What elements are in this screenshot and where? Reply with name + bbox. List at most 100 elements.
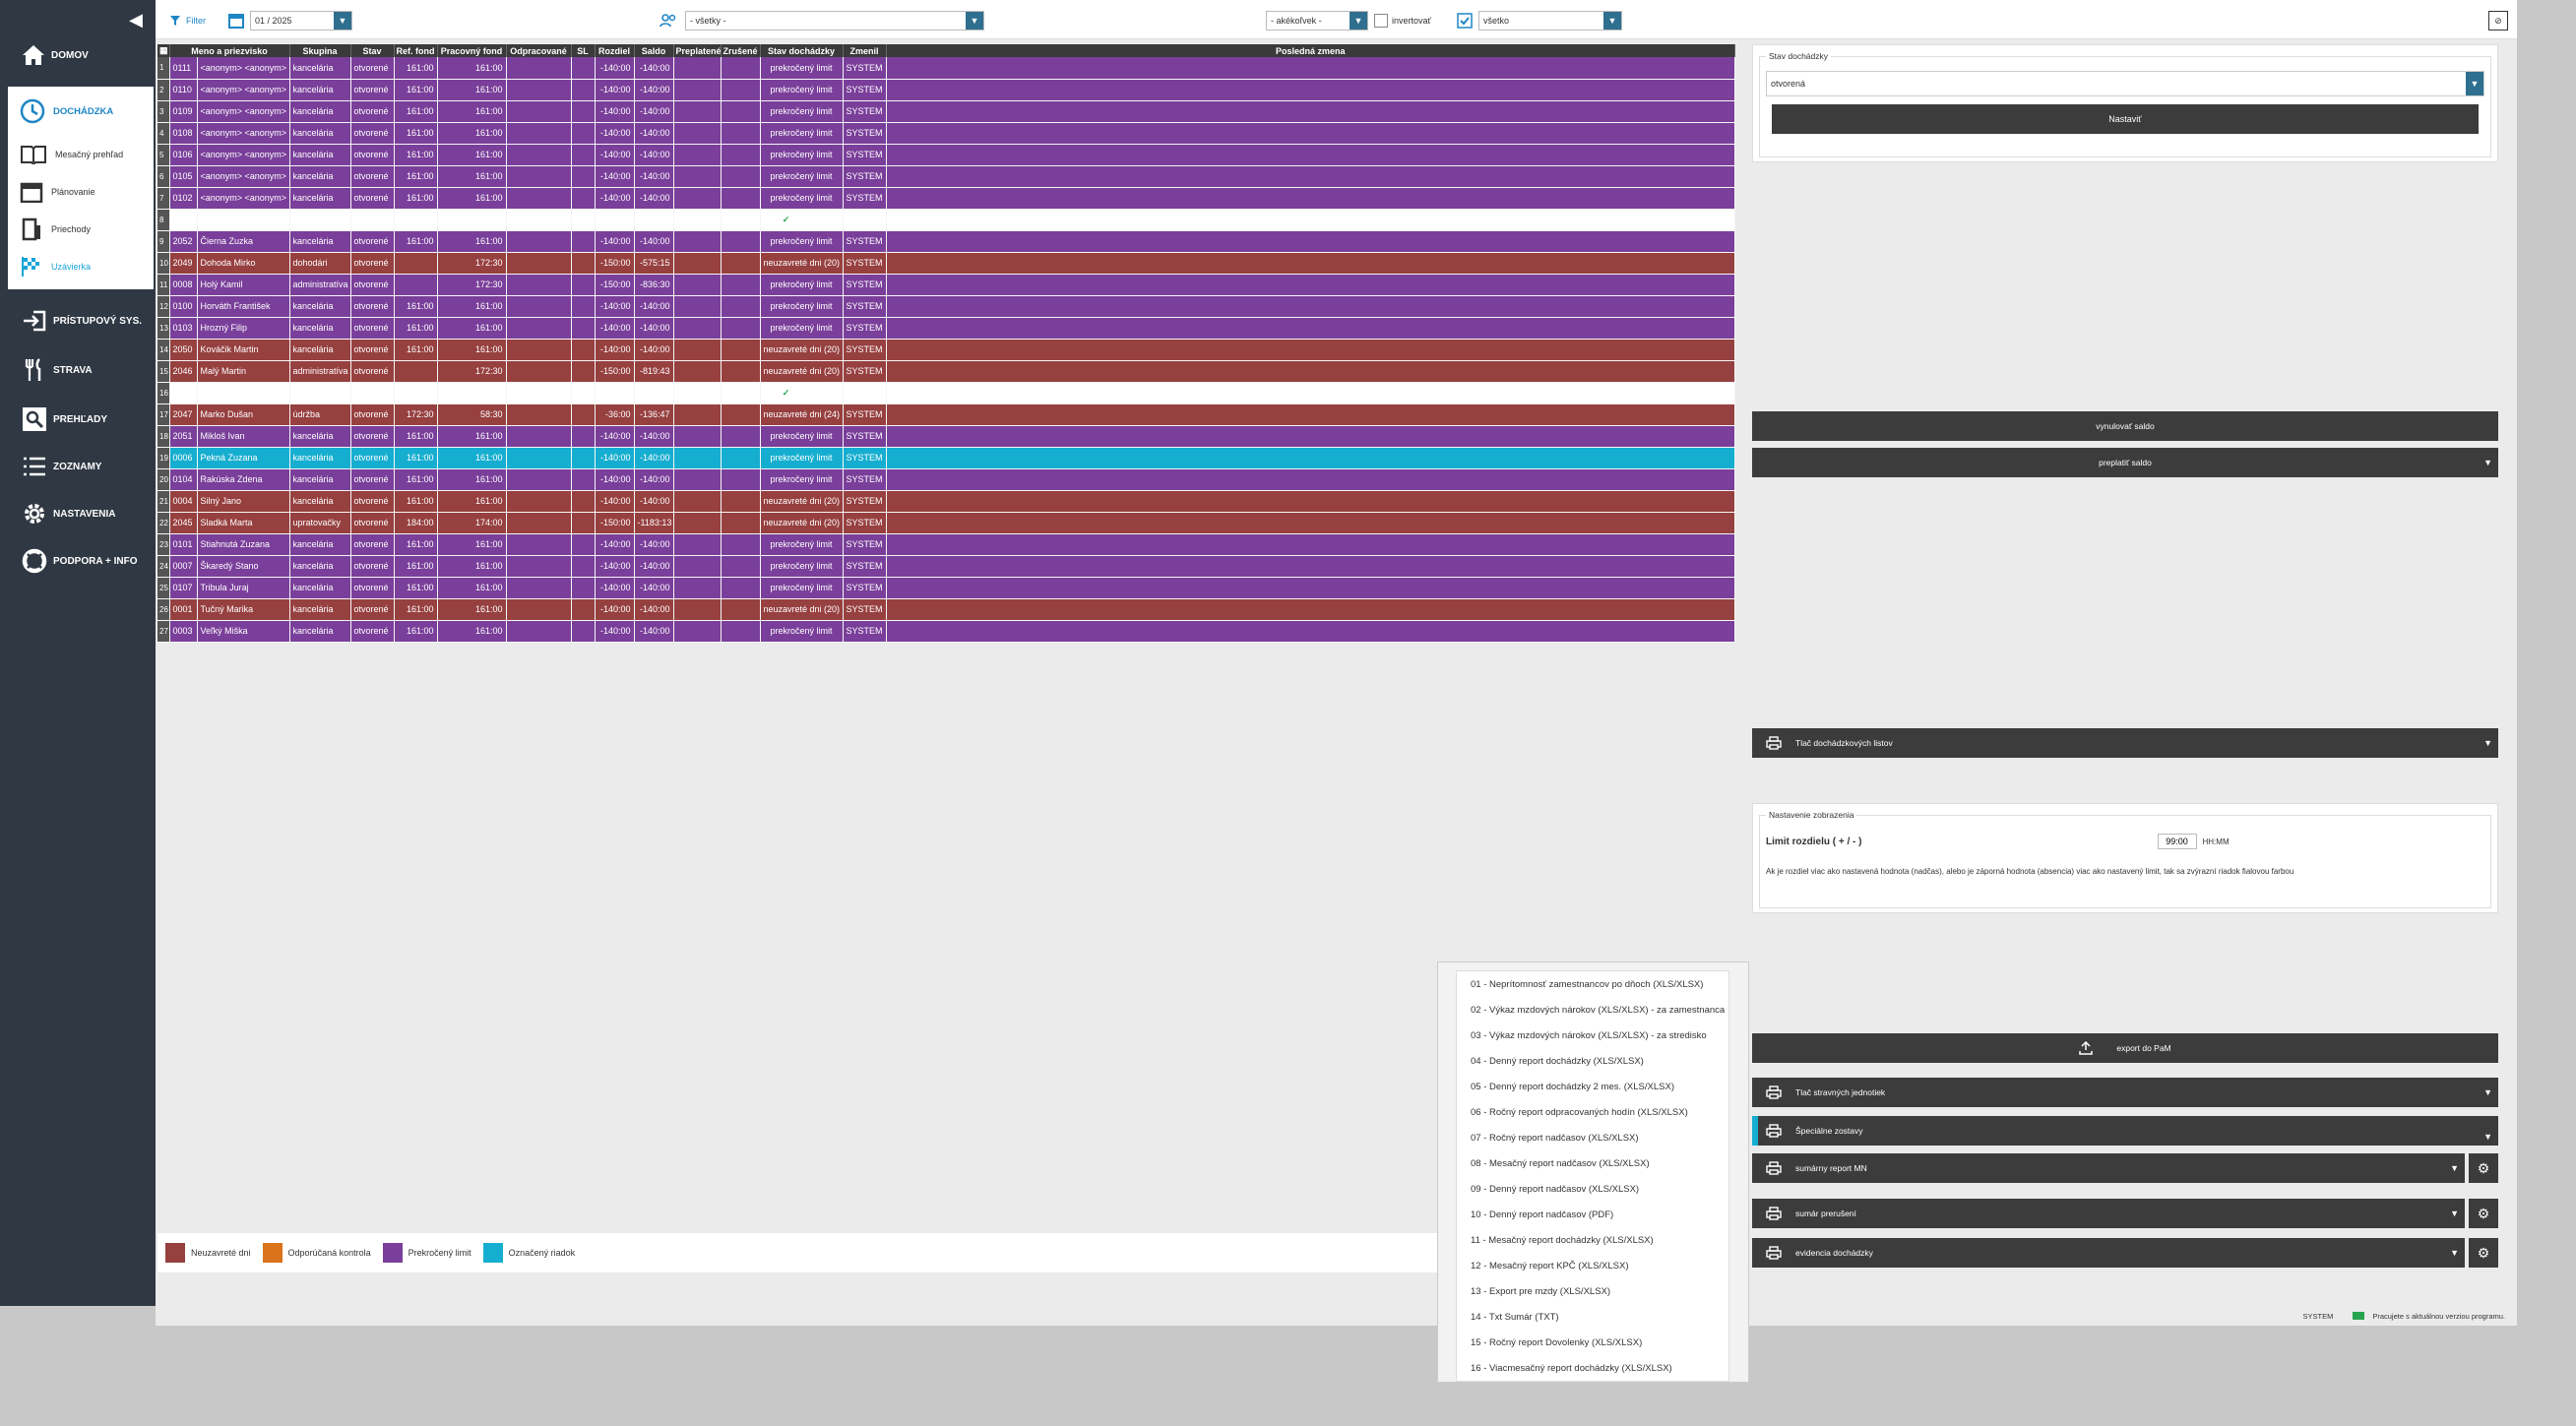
- menu-item[interactable]: 03 - Výkaz mzdových nárokov (XLS/XLSX) -…: [1457, 1023, 1728, 1048]
- month-select[interactable]: 01 / 2025 ▼: [250, 11, 352, 31]
- calendar-icon[interactable]: [228, 11, 244, 31]
- gear-icon[interactable]: ⚙: [2469, 1199, 2498, 1228]
- chevron-down-icon[interactable]: ▼: [2483, 1132, 2492, 1142]
- column-header[interactable]: Stav dochádzky: [760, 44, 844, 57]
- table-row[interactable]: 9 2052 Čierna Zuzka kancelária otvorené 161:0…: [157, 230, 1735, 253]
- limit-input[interactable]: [2157, 834, 2197, 849]
- table-row[interactable]: 21 0004 Silný Jano kancelária otvorené 161:00…: [157, 490, 1735, 513]
- table-row[interactable]: 19 0006 Pekná Zuzana kancelária otvorené 161:…: [157, 447, 1735, 469]
- menu-item[interactable]: 13 - Export pre mzdy (XLS/XLSX): [1457, 1278, 1728, 1304]
- table-row[interactable]: 14 2050 Kováčik Martin kancelária otvorené 16…: [157, 339, 1735, 361]
- table-row[interactable]: 11 0008 Holý Kamil administratíva otvorené 17…: [157, 274, 1735, 296]
- table-row[interactable]: 8 2048 Bačant Miloš údržba otvorené 172:30 58:…: [157, 209, 1735, 231]
- table-row[interactable]: 15 2046 Malý Martin administratíva otvorené 1…: [157, 360, 1735, 383]
- table-row[interactable]: 17 2047 Marko Dušan údržba otvorené 172:30 58:…: [157, 403, 1735, 426]
- column-header[interactable]: Zrušené: [721, 44, 761, 57]
- menu-item[interactable]: 11 - Mesačný report dochádzky (XLS/XLSX): [1457, 1227, 1728, 1253]
- column-header[interactable]: Preplatené: [673, 44, 722, 57]
- table-row[interactable]: 12 0100 Horváth František kancelária otvoren…: [157, 295, 1735, 318]
- table-row[interactable]: 27 0003 Veľký Miška kancelária otvorené 161:0…: [157, 620, 1735, 643]
- subnav-monthly[interactable]: Mesačný prehľad: [8, 136, 154, 173]
- menu-item[interactable]: 16 - Viacmesačný report dochádzky (XLS/X…: [1457, 1355, 1728, 1381]
- table-row[interactable]: 24 0007 Škaredý Stano kancelária otvorené 161…: [157, 555, 1735, 578]
- chevron-down-icon[interactable]: ▼: [2483, 1087, 2492, 1097]
- column-header[interactable]: Ref. fond: [394, 44, 438, 57]
- checked-checkbox-icon[interactable]: [1457, 11, 1473, 31]
- menu-item[interactable]: 14 - Txt Sumár (TXT): [1457, 1304, 1728, 1330]
- table-row[interactable]: 3 0109 <anonym> <anonym> kancelária otvorené…: [157, 100, 1735, 123]
- special-reports-button[interactable]: Špeciálne zostavy ▼: [1752, 1116, 2498, 1146]
- nav-overviews[interactable]: PREHĽADY: [8, 398, 154, 441]
- subnav-closing[interactable]: Uzávierka: [8, 248, 154, 285]
- column-header[interactable]: Zmenil: [843, 44, 887, 57]
- print-meals-button[interactable]: Tlač stravných jednotiek ▼: [1752, 1078, 2498, 1107]
- export-pam-button[interactable]: export do PaM: [1752, 1033, 2498, 1063]
- state-select[interactable]: otvorená ▼: [1766, 71, 2484, 96]
- table-row[interactable]: 6 0105 <anonym> <anonym> kancelária otvorené…: [157, 165, 1735, 188]
- menu-item[interactable]: 02 - Výkaz mzdových nárokov (XLS/XLSX) -…: [1457, 997, 1728, 1023]
- menu-item[interactable]: 06 - Ročný report odpracovaných hodín (X…: [1457, 1099, 1728, 1125]
- menu-item[interactable]: 15 - Ročný report Dovolenky (XLS/XLSX): [1457, 1330, 1728, 1355]
- table-row[interactable]: 18 2051 Mikloš Ivan kancelária otvorené 161:0…: [157, 425, 1735, 448]
- scope-select[interactable]: všetko ▼: [1478, 11, 1622, 31]
- menu-item[interactable]: 08 - Mesačný report nadčasov (XLS/XLSX): [1457, 1150, 1728, 1176]
- chevron-down-icon[interactable]: ▼: [2466, 72, 2483, 95]
- nav-access[interactable]: PRÍSTUPOVÝ SYS.: [8, 299, 154, 342]
- menu-item[interactable]: 10 - Denný report nadčasov (PDF): [1457, 1202, 1728, 1227]
- table-row[interactable]: 13 0103 Hrozný Filip kancelária otvorené 161:…: [157, 317, 1735, 340]
- invert-checkbox[interactable]: invertovať: [1374, 11, 1431, 31]
- table-row[interactable]: 16 0002 Malý Michal kancelária otvorené 161:0…: [157, 382, 1735, 404]
- chevron-down-icon[interactable]: ▼: [2450, 1248, 2459, 1258]
- table-row[interactable]: 7 0102 <anonym> <anonym> kancelária otvorené…: [157, 187, 1735, 210]
- chevron-down-icon[interactable]: ▼: [2450, 1163, 2459, 1173]
- nav-attendance[interactable]: DOCHÁDZKA: [8, 87, 154, 136]
- column-header[interactable]: SL: [571, 44, 596, 57]
- print-sheets-button[interactable]: Tlač dochádzkových listov ▼: [1752, 728, 2498, 758]
- column-header[interactable]: Skupina: [289, 44, 351, 57]
- nav-home[interactable]: DOMOV: [8, 33, 154, 77]
- table-row[interactable]: 20 0104 Rakúska Zdena kancelária otvorené 161…: [157, 468, 1735, 491]
- chevron-down-icon[interactable]: ▼: [2483, 458, 2492, 467]
- chevron-down-icon[interactable]: ▼: [1350, 12, 1367, 30]
- subnav-planning[interactable]: Plánovanie: [8, 173, 154, 211]
- subnav-passes[interactable]: Priechody: [8, 211, 154, 248]
- clear-filter-icon[interactable]: ⊘: [2488, 11, 2508, 31]
- menu-item[interactable]: 07 - Ročný report nadčasov (XLS/XLSX): [1457, 1125, 1728, 1150]
- chevron-down-icon[interactable]: ▼: [1603, 12, 1621, 30]
- filter-toggle[interactable]: Filter: [169, 11, 206, 31]
- menu-item[interactable]: 05 - Denný report dochádzky 2 mes. (XLS/…: [1457, 1074, 1728, 1099]
- summary-breaks-button[interactable]: sumár prerušení ▼: [1752, 1199, 2465, 1228]
- table-row[interactable]: 23 0101 Stiahnutá Zuzana kancelária otvorené…: [157, 533, 1735, 556]
- chevron-down-icon[interactable]: ▼: [2483, 738, 2492, 748]
- column-header[interactable]: Rozdiel: [595, 44, 635, 57]
- column-header[interactable]: Stav: [350, 44, 395, 57]
- set-state-button[interactable]: Nastaviť: [1772, 104, 2479, 134]
- menu-item[interactable]: 01 - Neprítomnosť zamestnancov po dňoch …: [1457, 971, 1728, 997]
- column-header[interactable]: ▦: [157, 44, 170, 57]
- menu-item[interactable]: 12 - Mesačný report KPČ (XLS/XLSX): [1457, 1253, 1728, 1278]
- nav-lists[interactable]: ZOZNAMY: [8, 445, 154, 488]
- chevron-down-icon[interactable]: ▼: [966, 12, 983, 30]
- menu-item[interactable]: 09 - Denný report nadčasov (XLS/XLSX): [1457, 1176, 1728, 1202]
- employees-select[interactable]: - všetky - ▼: [685, 11, 984, 31]
- nav-meals[interactable]: STRAVA: [8, 348, 154, 392]
- summary-mn-button[interactable]: sumárny report MN ▼: [1752, 1153, 2465, 1183]
- table-row[interactable]: 10 2049 Dohoda Mirko dohodári otvorené 172:30…: [157, 252, 1735, 275]
- menu-item[interactable]: 04 - Denný report dochádzky (XLS/XLSX): [1457, 1048, 1728, 1074]
- column-header[interactable]: Meno a priezvisko: [169, 44, 290, 57]
- table-row[interactable]: 4 0108 <anonym> <anonym> kancelária otvorené…: [157, 122, 1735, 145]
- checkbox-box[interactable]: [1374, 14, 1388, 28]
- pay-saldo-button[interactable]: preplatiť saldo ▼: [1752, 448, 2498, 477]
- table-row[interactable]: 26 0001 Tučný Marika kancelária otvorené 161:…: [157, 598, 1735, 621]
- table-row[interactable]: 25 0107 Tribula Juraj kancelária otvorené 161…: [157, 577, 1735, 599]
- table-row[interactable]: 22 2045 Sladká Marta upratovačky otvorené 184…: [157, 512, 1735, 534]
- chevron-down-icon[interactable]: ▼: [2450, 1209, 2459, 1218]
- reset-saldo-button[interactable]: vynulovať saldo: [1752, 411, 2498, 441]
- collapse-sidebar-icon[interactable]: ◀: [126, 10, 146, 30]
- nav-support[interactable]: PODPORA + INFO: [8, 539, 154, 583]
- evidence-button[interactable]: evidencia dochádzky ▼: [1752, 1238, 2465, 1268]
- column-header[interactable]: Posledná zmena: [886, 44, 1735, 57]
- gear-icon[interactable]: ⚙: [2469, 1238, 2498, 1268]
- table-row[interactable]: 2 0110 <anonym> <anonym> kancelária otvorené…: [157, 79, 1735, 101]
- status-filter-select[interactable]: - akékoľvek - ▼: [1266, 11, 1368, 31]
